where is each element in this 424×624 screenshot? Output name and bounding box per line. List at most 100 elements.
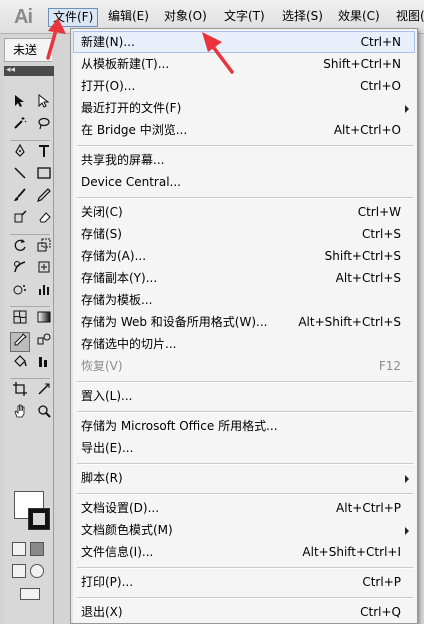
menu-item-label: 文档颜色模式(M) xyxy=(81,523,173,537)
menu-item-save-for-web[interactable]: 存储为 Web 和设备所用格式(W)... Alt+Shift+Ctrl+S xyxy=(73,311,415,333)
menu-item-shortcut: Alt+Shift+Ctrl+I xyxy=(302,545,401,559)
menu-item-save-copy[interactable]: 存储副本(Y)... Alt+Ctrl+S xyxy=(73,267,415,289)
menu-item-document-setup[interactable]: 文档设置(D)... Alt+Ctrl+P xyxy=(73,497,415,519)
submenu-arrow-icon xyxy=(405,527,409,535)
menu-item-label: 存储为(A)... xyxy=(81,249,147,263)
menu-item-new[interactable]: 新建(N)... Ctrl+N xyxy=(73,31,415,53)
direct-selection-tool-icon[interactable] xyxy=(34,93,54,114)
warp-tool-icon[interactable] xyxy=(10,260,30,280)
line-segment-tool-icon[interactable] xyxy=(10,166,30,186)
menu-item-save[interactable]: 存储(S) Ctrl+S xyxy=(73,223,415,245)
menu-item-print[interactable]: 打印(P)... Ctrl+P xyxy=(73,571,415,593)
menu-item-label: 存储副本(Y)... xyxy=(81,271,158,285)
menu-item-scripts[interactable]: 脚本(R) xyxy=(73,467,415,489)
menu-item-save-selected-slices[interactable]: 存储选中的切片... xyxy=(73,333,415,355)
menu-type[interactable]: 文字(T) xyxy=(220,8,269,27)
menu-select[interactable]: 选择(S) xyxy=(278,8,327,27)
menu-item-open-recent[interactable]: 最近打开的文件(F) xyxy=(73,97,415,119)
menu-item-label: 脚本(R) xyxy=(81,471,123,485)
menu-item-share-screen[interactable]: 共享我的屏幕... xyxy=(73,149,415,171)
menu-item-file-info[interactable]: 文件信息(I)... Alt+Shift+Ctrl+I xyxy=(73,541,415,563)
selection-tool-icon[interactable] xyxy=(10,94,30,114)
menu-item-revert: 恢复(V) F12 xyxy=(73,355,415,377)
file-menu-dropdown: 新建(N)... Ctrl+N 从模板新建(T)... Shift+Ctrl+N… xyxy=(70,28,418,624)
menu-item-label: 最近打开的文件(F) xyxy=(81,101,182,115)
mesh-tool-icon[interactable] xyxy=(10,310,30,330)
menu-item-open[interactable]: 打开(O)... Ctrl+O xyxy=(73,75,415,97)
menu-separator xyxy=(77,411,413,413)
menu-item-save-for-office[interactable]: 存储为 Microsoft Office 所用格式... xyxy=(73,415,415,437)
menu-item-shortcut: Alt+Ctrl+S xyxy=(335,271,401,285)
live-paint-bucket-tool-icon[interactable] xyxy=(10,354,30,374)
menu-item-shortcut: Alt+Ctrl+O xyxy=(333,123,401,137)
menu-item-save-as[interactable]: 存储为(A)... Shift+Ctrl+S xyxy=(73,245,415,267)
tools-divider xyxy=(10,140,50,141)
blob-brush-tool-icon[interactable] xyxy=(10,210,30,230)
rotate-tool-icon[interactable] xyxy=(10,238,30,258)
red-arrow-icon xyxy=(46,18,66,60)
menu-separator xyxy=(77,463,413,465)
collapse-icon[interactable]: ◂◂ xyxy=(6,64,15,76)
draw-behind-button[interactable] xyxy=(30,564,44,578)
menu-item-label: 打开(O)... xyxy=(81,79,136,93)
menu-item-label: 打印(P)... xyxy=(81,575,134,589)
tools-panel-header[interactable]: ◂◂ xyxy=(4,64,54,76)
screen-mode-button[interactable] xyxy=(20,588,40,600)
menu-item-document-color-mode[interactable]: 文档颜色模式(M) xyxy=(73,519,415,541)
gradient-mode-button[interactable] xyxy=(30,542,44,556)
menu-item-browse-in-bridge[interactable]: 在 Bridge 中浏览... Alt+Ctrl+O xyxy=(73,119,415,141)
menu-item-exit[interactable]: 退出(X) Ctrl+Q xyxy=(73,601,415,623)
menu-separator xyxy=(77,493,413,495)
menu-item-label: 存储为 Microsoft Office 所用格式... xyxy=(81,419,278,433)
menu-item-export[interactable]: 导出(E)... xyxy=(73,437,415,459)
hand-tool-icon[interactable] xyxy=(10,404,30,424)
menu-item-label: 共享我的屏幕... xyxy=(81,153,165,167)
rectangle-tool-icon[interactable] xyxy=(34,166,54,186)
eraser-tool-icon[interactable] xyxy=(34,210,54,230)
zoom-tool-icon[interactable] xyxy=(34,404,54,424)
color-mode-button[interactable] xyxy=(12,542,26,556)
menu-item-device-central[interactable]: Device Central... xyxy=(73,171,415,193)
column-graph-tool-icon[interactable] xyxy=(34,282,54,302)
blend-tool-icon[interactable] xyxy=(34,332,54,352)
menu-object[interactable]: 对象(O) xyxy=(160,8,211,27)
menu-item-label: 文件信息(I)... xyxy=(81,545,154,559)
menu-item-shortcut: Ctrl+O xyxy=(360,79,401,93)
menu-item-close[interactable]: 关闭(C) Ctrl+W xyxy=(73,201,415,223)
lasso-tool-icon[interactable] xyxy=(34,116,54,136)
menu-item-label: Device Central... xyxy=(81,175,181,189)
menu-item-save-as-template[interactable]: 存储为模板... xyxy=(73,289,415,311)
scale-tool-icon[interactable] xyxy=(34,238,54,258)
menu-item-shortcut: Ctrl+S xyxy=(361,227,401,241)
artboard-tool-icon[interactable] xyxy=(10,382,30,402)
menu-item-shortcut: Ctrl+Q xyxy=(360,605,401,619)
menu-item-label: 置入(L)... xyxy=(81,389,133,403)
menu-item-shortcut: Ctrl+P xyxy=(362,575,401,589)
magic-wand-tool-icon[interactable] xyxy=(10,116,30,136)
gradient-tool-icon[interactable] xyxy=(34,310,54,330)
menu-item-label: 存储为 Web 和设备所用格式(W)... xyxy=(81,315,268,329)
menu-effect[interactable]: 效果(C) xyxy=(334,8,384,27)
type-tool-icon[interactable] xyxy=(34,144,54,164)
bar-chart-tool-icon[interactable] xyxy=(34,354,54,374)
menu-item-place[interactable]: 置入(L)... xyxy=(73,385,415,407)
paintbrush-tool-icon[interactable] xyxy=(10,188,30,208)
pen-tool-icon[interactable] xyxy=(10,143,30,164)
draw-normal-button[interactable] xyxy=(12,564,26,578)
symbol-sprayer-tool-icon[interactable] xyxy=(10,282,30,302)
menu-item-new-from-template[interactable]: 从模板新建(T)... Shift+Ctrl+N xyxy=(73,53,415,75)
pencil-tool-icon[interactable] xyxy=(34,188,54,208)
red-arrow-icon xyxy=(202,32,234,74)
stroke-color-swatch[interactable] xyxy=(28,508,50,530)
menu-item-label: 在 Bridge 中浏览... xyxy=(81,123,188,137)
menu-separator xyxy=(77,197,413,199)
slice-tool-icon[interactable] xyxy=(34,382,54,402)
free-transform-tool-icon[interactable] xyxy=(34,260,54,280)
menu-item-shortcut: F12 xyxy=(378,359,401,373)
menu-view[interactable]: 视图( xyxy=(392,8,424,27)
eyedropper-tool-icon[interactable] xyxy=(10,332,30,352)
menu-item-label: 关闭(C) xyxy=(81,205,123,219)
menu-item-label: 存储(S) xyxy=(81,227,122,241)
menu-separator xyxy=(77,567,413,569)
menu-edit[interactable]: 编辑(E) xyxy=(104,8,153,27)
